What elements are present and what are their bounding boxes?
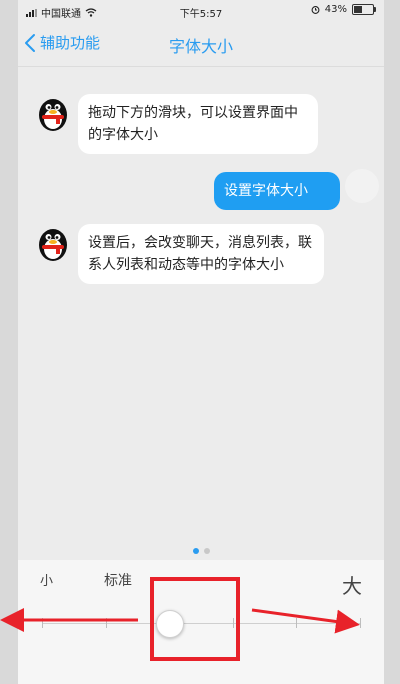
user-avatar (345, 169, 379, 203)
slider-tick (42, 618, 43, 628)
font-size-panel: 小 标准 大 (18, 560, 384, 684)
slider-tick (233, 618, 234, 628)
chat-preview: 拖动下方的滑块，可以设置界面中的字体大小 设置字体大小 设置后，会改变聊天，消息… (18, 66, 384, 542)
phone-screen: 中国联通 下午5:57 43% 辅助功能 字体大小 拖动下方的滑块，可以设置界面… (18, 0, 384, 684)
qq-penguin-avatar (39, 229, 67, 261)
page-dot (203, 548, 210, 554)
message-bubble-incoming: 拖动下方的滑块，可以设置界面中的字体大小 (78, 94, 318, 154)
message-bubble-outgoing: 设置字体大小 (214, 172, 340, 210)
message-bubble-incoming: 设置后，会改变聊天，消息列表，联系人列表和动态等中的字体大小 (78, 224, 324, 284)
status-bar: 中国联通 下午5:57 43% (18, 0, 384, 22)
alarm-icon (311, 6, 320, 14)
slider-tick (296, 618, 297, 628)
font-size-small-label: 小 (40, 574, 54, 589)
qq-penguin-avatar (39, 99, 67, 131)
page-indicator (18, 548, 384, 554)
slider-tick (106, 618, 107, 628)
font-size-large-label: 大 (342, 574, 362, 598)
page-title: 字体大小 (168, 37, 233, 56)
battery-percent: 43% (324, 4, 347, 15)
slider-tick (360, 618, 361, 628)
font-size-slider-track[interactable] (42, 623, 360, 624)
font-size-standard-label: 标准 (104, 573, 132, 589)
font-size-slider-thumb[interactable] (156, 610, 184, 638)
navigation-bar: 辅助功能 字体大小 (18, 22, 384, 67)
battery-icon (352, 4, 376, 15)
page-dot (192, 548, 199, 554)
battery-fill (354, 6, 362, 13)
